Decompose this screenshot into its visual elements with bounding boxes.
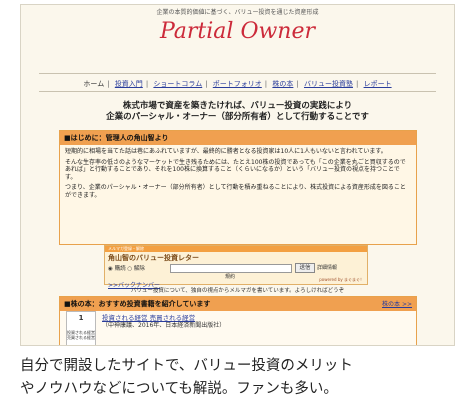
nav-bottom-divider	[39, 91, 436, 92]
nav-short-column[interactable]: ショートコラム	[153, 80, 202, 88]
books-box: ■株の本：おすすめ投資書籍を紹介しています 株の本 >> 1 投資される経営 売…	[59, 296, 417, 345]
newsletter-title: 角山智のバリュー投資レター	[108, 254, 199, 262]
newsletter-submit-button[interactable]: 送信	[295, 263, 315, 273]
site-logo[interactable]: Partial Owner	[21, 19, 454, 44]
radio-subscribe[interactable]: ◉ 購読	[108, 266, 126, 272]
powered-by-label[interactable]: powered by まぐまぐ！	[319, 277, 364, 283]
newsletter-form-row: ◉ 購読 ○ 解除 送信 詳細情報	[105, 263, 367, 273]
headline-line-2: 企業のパーシャル・オーナー（部分所有者）として行動することです	[106, 112, 369, 122]
nav-portfolio[interactable]: ポートフォリオ	[213, 80, 262, 88]
site-tagline: 企業の本質的価値に基づく、バリュー投資を通じた資産形成	[156, 9, 319, 16]
radio-subscribe-label: 購読	[114, 266, 126, 272]
caption-line-2: やノウハウなどについても解説。ファンも多い。	[20, 381, 338, 397]
headline-line-1: 株式市場で資産を築きたければ、バリュー投資の実践により	[122, 101, 353, 111]
email-input[interactable]	[170, 264, 292, 273]
newsletter-terms[interactable]: 規約	[225, 273, 235, 280]
nav-report[interactable]: レポート	[364, 80, 392, 88]
intro-box: ■はじめに：管理人の角山智より 短期的に相場を当てた話は巷にあふれていますが、最…	[59, 130, 417, 245]
books-more-link[interactable]: 株の本 >>	[382, 299, 412, 308]
page-headline: 株式市場で資産を築きたければ、バリュー投資の実践により 企業のパーシャル・オーナ…	[21, 101, 454, 123]
books-title: ■株の本：おすすめ投資書籍を紹介しています 株の本 >>	[60, 297, 416, 311]
newsletter-detail-link[interactable]: 詳細情報	[317, 264, 337, 271]
books-title-text: ■株の本：おすすめ投資書籍を紹介しています	[64, 300, 211, 308]
radio-unsubscribe-label: 解除	[133, 266, 145, 272]
newsletter-note: バリュー投資について、独自の視点からメルマガを書いています。よろしければどうぞ	[130, 288, 345, 294]
website-screenshot: 企業の本質的価値に基づく、バリュー投資を通じた資産形成 Partial Owne…	[20, 4, 455, 346]
intro-title: ■はじめに：管理人の角山智より	[60, 131, 416, 145]
nav-books[interactable]: 株の本	[272, 80, 293, 88]
intro-paragraph-2: そんな生存率の低さのようなマーケットで生き残るためには、たとえ100株の投資であ…	[65, 158, 406, 181]
book-cover-thumbnail[interactable]: 1 投資される経営 売買される経営	[66, 311, 96, 345]
book-meta: （中神康議、2016年、日本経済新聞出版社）	[102, 322, 226, 329]
nav-top-divider	[39, 73, 436, 74]
nav-investing-intro[interactable]: 投資入門	[115, 80, 143, 88]
caption-line-1: 自分で開設したサイトで、バリュー投資のメリット	[20, 358, 353, 374]
book-cover-text: 投資される経営 売買される経営	[67, 330, 95, 340]
main-nav: ホーム | 投資入門 | ショートコラム | ポートフォリオ | 株の本 | バリュー投資…	[83, 80, 392, 88]
radio-unsubscribe[interactable]: ○ 解除	[127, 266, 145, 272]
newsletter-widget: メルマガ登録・解除 角山智のバリュー投資レター ◉ 購読 ○ 解除 送信 詳細情…	[104, 245, 368, 289]
book-rank: 1	[78, 314, 84, 322]
intro-paragraph-3: つまり、企業のパーシャル・オーナー（部分所有者）として行動を積み重ねることにより…	[65, 184, 406, 199]
intro-paragraph-1: 短期的に相場を当てた話は巷にあふれていますが、最終的に勝者となる投資家は10人に…	[65, 148, 387, 155]
photo-caption: 自分で開設したサイトで、バリュー投資のメリット やノウハウなどについても解説。フ…	[20, 355, 460, 401]
nav-home[interactable]: ホーム	[83, 80, 104, 88]
nav-value-school[interactable]: バリュー投資塾	[304, 80, 353, 88]
